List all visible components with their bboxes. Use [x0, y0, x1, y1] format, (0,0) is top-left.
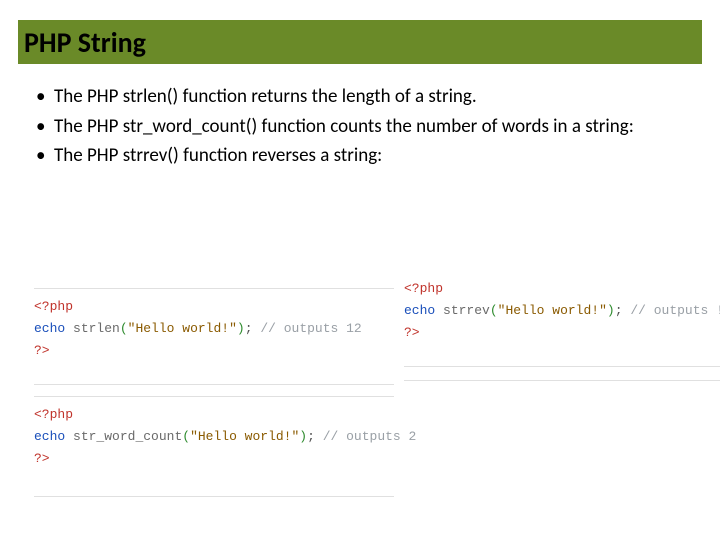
- php-open-tag: <?php: [34, 299, 73, 314]
- comment: // outputs 12: [260, 321, 361, 336]
- paren: (: [182, 429, 190, 444]
- paren: ): [299, 429, 307, 444]
- code-snippet-strrev: <?php echo strrev("Hello world!"); // ou…: [404, 278, 720, 344]
- bullet-text: The PHP strlen() function returns the le…: [54, 84, 684, 110]
- semicolon: ;: [307, 429, 315, 444]
- paren: (: [120, 321, 128, 336]
- bullet-dot-icon: •: [36, 143, 54, 169]
- semicolon: ;: [245, 321, 253, 336]
- divider: [34, 384, 394, 385]
- function-name: strrev: [443, 303, 490, 318]
- bullet-item: • The PHP strlen() function returns the …: [36, 84, 684, 110]
- php-open-tag: <?php: [34, 407, 73, 422]
- bullet-item: • The PHP str_word_count() function coun…: [36, 114, 684, 140]
- comment: // outputs !dlrow olleH: [630, 303, 720, 318]
- string-literal: "Hello world!": [128, 321, 237, 336]
- php-close-tag: ?>: [34, 343, 50, 358]
- semicolon: ;: [615, 303, 623, 318]
- divider: [404, 366, 720, 367]
- paren: ): [607, 303, 615, 318]
- code-snippet-strlen: <?php echo strlen("Hello world!"); // ou…: [34, 296, 384, 362]
- function-name: strlen: [73, 321, 120, 336]
- code-snippet-str-word-count: <?php echo str_word_count("Hello world!"…: [34, 404, 384, 470]
- bullet-text: The PHP str_word_count() function counts…: [54, 114, 684, 140]
- echo-keyword: echo: [404, 303, 435, 318]
- php-close-tag: ?>: [34, 451, 50, 466]
- bullet-dot-icon: •: [36, 114, 54, 140]
- paren: ): [237, 321, 245, 336]
- string-literal: "Hello world!": [190, 429, 299, 444]
- echo-keyword: echo: [34, 321, 65, 336]
- string-literal: "Hello world!": [498, 303, 607, 318]
- comment: // outputs 2: [323, 429, 417, 444]
- slide-title: PHP String: [24, 25, 146, 60]
- divider: [34, 396, 394, 397]
- bullet-item: • The PHP strrev() function reverses a s…: [36, 143, 684, 169]
- divider: [34, 496, 394, 497]
- slide: PHP String • The PHP strlen() function r…: [0, 20, 720, 540]
- bullet-dot-icon: •: [36, 84, 54, 110]
- paren: (: [490, 303, 498, 318]
- php-close-tag: ?>: [404, 325, 420, 340]
- echo-keyword: echo: [34, 429, 65, 444]
- bullet-list: • The PHP strlen() function returns the …: [36, 84, 684, 169]
- bullet-text: The PHP strrev() function reverses a str…: [54, 143, 684, 169]
- php-open-tag: <?php: [404, 281, 443, 296]
- divider: [404, 380, 720, 381]
- title-bar: PHP String: [18, 20, 702, 64]
- function-name: str_word_count: [73, 429, 182, 444]
- divider: [34, 288, 394, 289]
- code-area: <?php echo strlen("Hello world!"); // ou…: [34, 288, 706, 540]
